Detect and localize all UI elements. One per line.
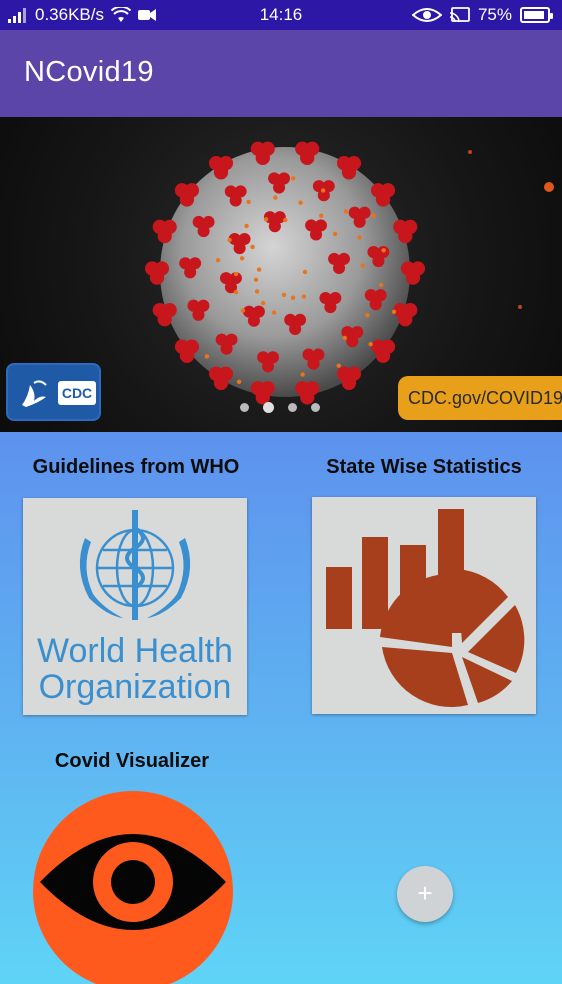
cdc-logo: CDC <box>6 363 101 421</box>
app-title: NCovid19 <box>24 56 154 88</box>
who-guidelines-card[interactable]: World Health Organization <box>23 498 247 715</box>
hhs-eagle-icon <box>22 380 47 407</box>
carousel-dot[interactable] <box>240 403 249 412</box>
carousel-dot[interactable] <box>311 403 320 412</box>
carousel-dot-active[interactable] <box>263 402 274 413</box>
state-statistics-card[interactable] <box>312 497 536 714</box>
banner-carousel[interactable]: CDC CDC.gov/COVID19 <box>0 117 562 432</box>
eye-comfort-icon <box>411 8 442 22</box>
battery-percent: 75% <box>477 5 512 24</box>
cast-icon <box>449 7 470 23</box>
carousel-indicators <box>240 402 320 413</box>
covid-visualizer-button[interactable] <box>32 790 234 984</box>
app-bar: NCovid19 <box>0 30 562 117</box>
statistics-chart-icon <box>326 509 525 708</box>
cdc-wordmark: CDC <box>58 381 96 405</box>
clock: 14:16 <box>259 5 303 24</box>
battery-icon <box>520 7 553 23</box>
add-button[interactable]: + <box>397 866 453 922</box>
cdc-url-label: CDC.gov/COVID19 <box>398 376 562 420</box>
status-bar: 0.36KB/s 14:16 75% <box>0 0 562 30</box>
who-logo-icon: World Health Organization <box>37 510 233 706</box>
carousel-dot[interactable] <box>288 403 297 412</box>
who-guidelines-label: Guidelines from WHO <box>32 456 240 478</box>
who-logo-line2: Organization <box>39 668 232 706</box>
who-logo-line1: World Health <box>37 632 233 670</box>
state-statistics-label: State Wise Statistics <box>326 456 522 478</box>
covid-visualizer-label: Covid Visualizer <box>54 750 210 772</box>
eye-icon <box>33 791 233 984</box>
